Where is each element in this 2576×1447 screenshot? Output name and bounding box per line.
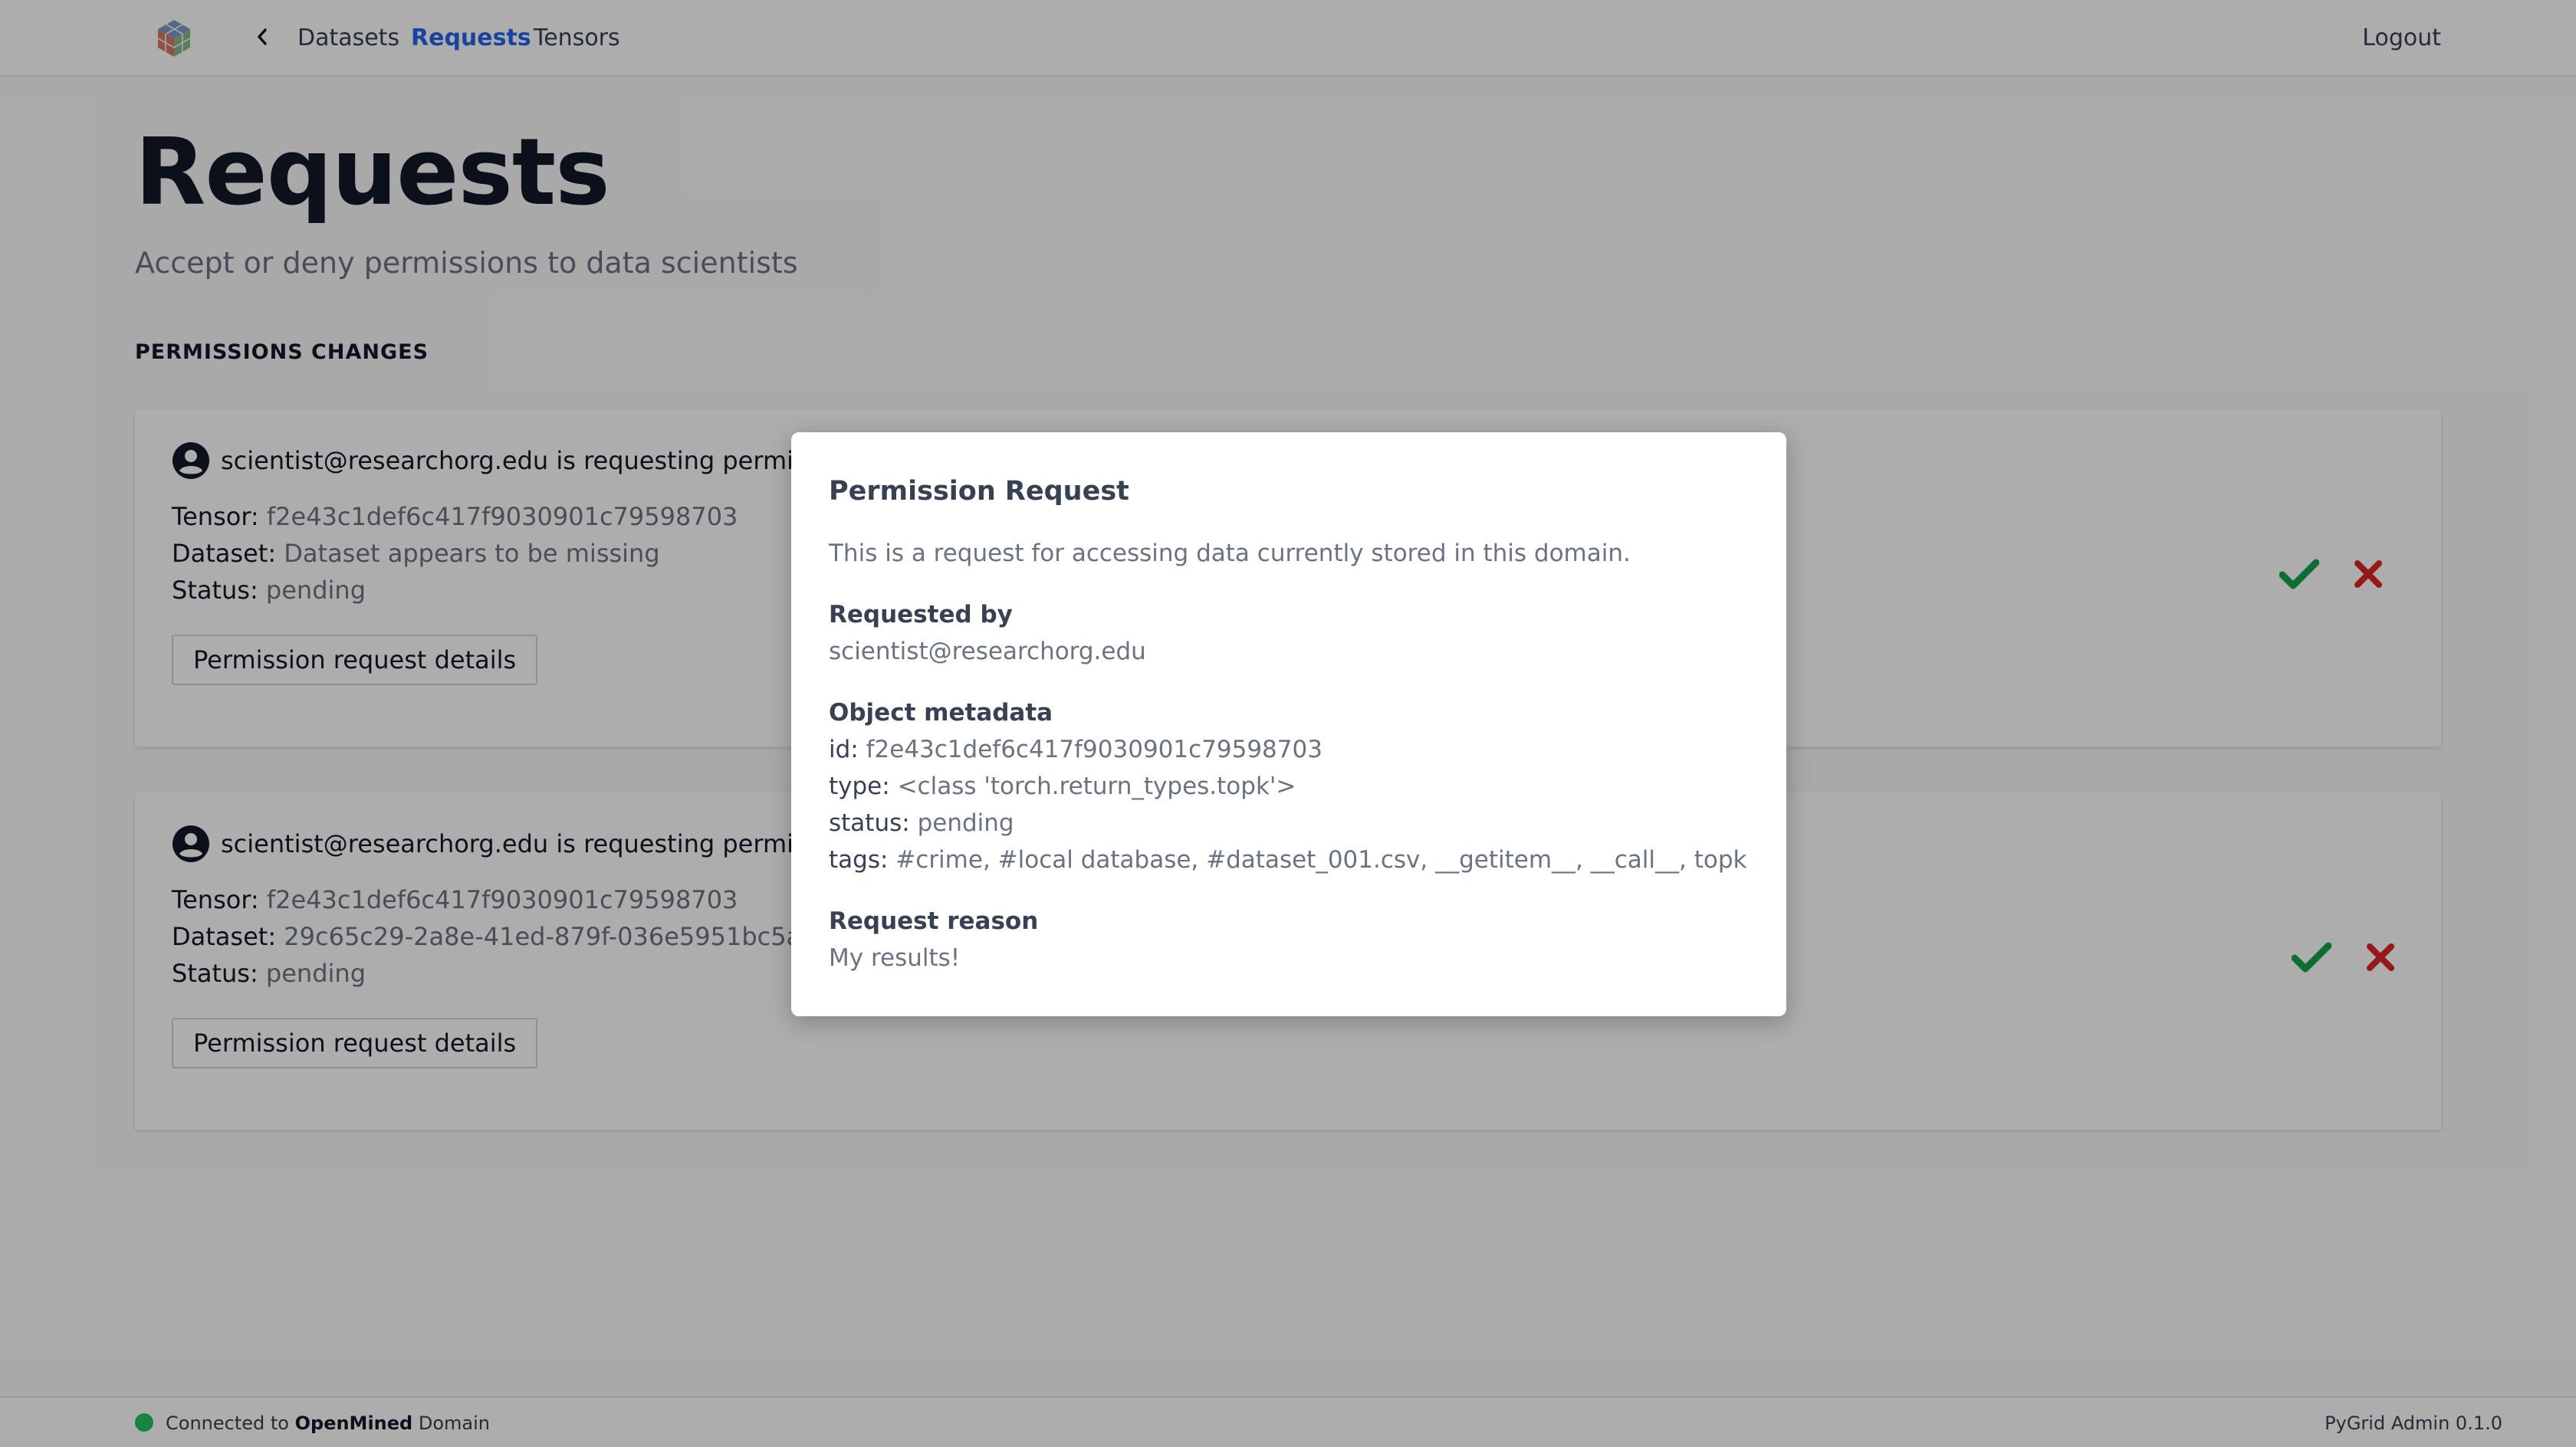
permission-request-modal: Permission Request This is a request for…	[791, 432, 1786, 1016]
modal-description: This is a request for accessing data cur…	[829, 540, 1631, 567]
requested-by-value: scientist@researchorg.edu	[829, 638, 1146, 665]
request-reason-value: My results!	[829, 944, 961, 972]
object-metadata-heading: Object metadata	[829, 699, 1053, 727]
metadata-tags-label: tags:	[829, 846, 889, 874]
metadata-id-label: id:	[829, 736, 859, 763]
metadata-status: status: pending	[829, 806, 1014, 840]
metadata-type: type: <class 'torch.return_types.topk'>	[829, 769, 1296, 803]
metadata-id-value: f2e43c1def6c417f9030901c79598703	[866, 736, 1322, 763]
metadata-type-label: type:	[829, 773, 890, 800]
requests-page: Datasets Requests Tensors Logout Request…	[0, 0, 2576, 1447]
modal-title: Permission Request	[829, 476, 1129, 507]
metadata-status-label: status:	[829, 809, 910, 837]
metadata-tags-value: #crime, #local database, #dataset_001.cs…	[895, 846, 1747, 874]
metadata-tags: tags: #crime, #local database, #dataset_…	[829, 843, 1746, 877]
requested-by-heading: Requested by	[829, 601, 1013, 628]
metadata-status-value: pending	[917, 809, 1014, 837]
metadata-type-value: <class 'torch.return_types.topk'>	[897, 773, 1296, 800]
metadata-id: id: f2e43c1def6c417f9030901c79598703	[829, 733, 1322, 766]
request-reason-heading: Request reason	[829, 907, 1039, 935]
